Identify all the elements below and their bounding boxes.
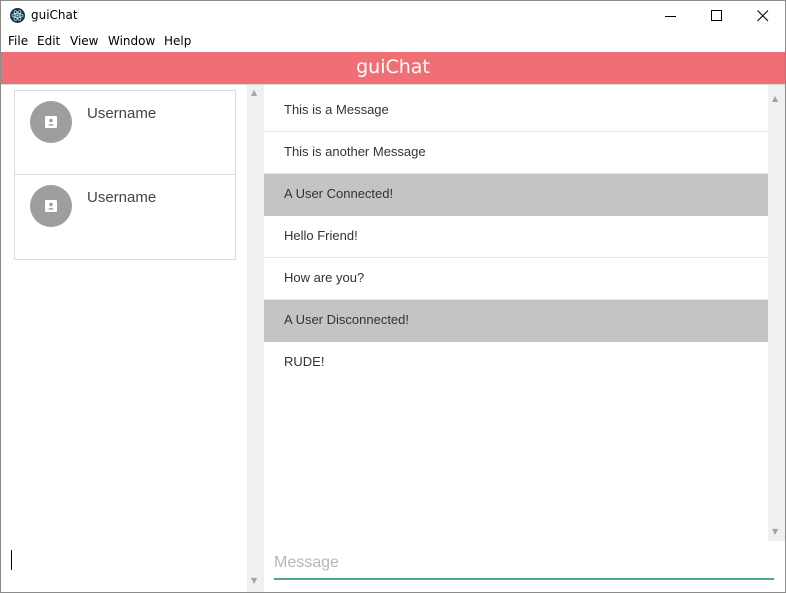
user-name: Username: [87, 189, 157, 206]
header-title: guiChat: [356, 56, 430, 78]
scroll-down-arrow-icon[interactable]: ▼: [772, 528, 778, 536]
menu-window[interactable]: Window: [108, 34, 155, 48]
close-icon: [757, 10, 769, 22]
message-text: Hello Friend!: [284, 228, 358, 243]
minimize-button[interactable]: [648, 1, 694, 31]
message-input[interactable]: [274, 548, 774, 580]
scroll-up-arrow-icon[interactable]: ▲: [772, 95, 778, 103]
system-message: A User Disconnected!: [264, 300, 768, 342]
user-list-item[interactable]: Username: [15, 174, 235, 258]
message-scrollbar[interactable]: ▲ ▼: [768, 85, 785, 541]
menu-file[interactable]: File: [8, 34, 28, 48]
message-composer: [264, 541, 785, 592]
electron-atom-icon: [10, 8, 25, 23]
message-text: This is another Message: [284, 144, 426, 159]
user-list-item[interactable]: Username: [15, 91, 235, 174]
message-text: How are you?: [284, 270, 365, 285]
menu-edit[interactable]: Edit: [37, 34, 60, 48]
message-text: RUDE!: [284, 354, 325, 369]
message-item: How are you?: [264, 258, 768, 300]
minimize-icon: [665, 16, 676, 17]
contact-icon: [45, 200, 57, 212]
message-item: This is another Message: [264, 132, 768, 174]
maximize-icon: [711, 10, 722, 21]
left-scrollbar[interactable]: ▲ ▼: [247, 85, 264, 592]
message-item: RUDE!: [264, 342, 768, 383]
user-list: Username Username: [14, 90, 236, 260]
title-bar[interactable]: guiChat: [1, 1, 785, 31]
system-message: A User Connected!: [264, 174, 768, 216]
text-caret: [11, 550, 12, 570]
message-text: A User Disconnected!: [284, 312, 410, 327]
message-item: Hello Friend!: [264, 216, 768, 258]
avatar: [30, 101, 72, 143]
app-header: guiChat: [1, 52, 785, 85]
message-list: This is a Message This is another Messag…: [264, 85, 768, 541]
scroll-up-arrow-icon[interactable]: ▲: [251, 89, 257, 97]
avatar: [30, 185, 72, 227]
message-text: This is a Message: [284, 102, 389, 117]
close-button[interactable]: [740, 1, 786, 31]
contact-icon: [45, 116, 57, 128]
message-item: This is a Message: [264, 90, 768, 132]
app-window: guiChat File Edit View Window Help guiCh…: [0, 0, 786, 593]
window-title: guiChat: [31, 8, 78, 22]
menu-help[interactable]: Help: [164, 34, 191, 48]
scroll-down-arrow-icon[interactable]: ▼: [251, 577, 257, 585]
maximize-button[interactable]: [694, 1, 740, 31]
message-text: A User Connected!: [284, 186, 394, 201]
user-name: Username: [87, 105, 157, 122]
user-list-pane: Username Username: [1, 85, 247, 592]
menu-bar: File Edit View Window Help: [1, 31, 785, 51]
menu-view[interactable]: View: [70, 34, 98, 48]
